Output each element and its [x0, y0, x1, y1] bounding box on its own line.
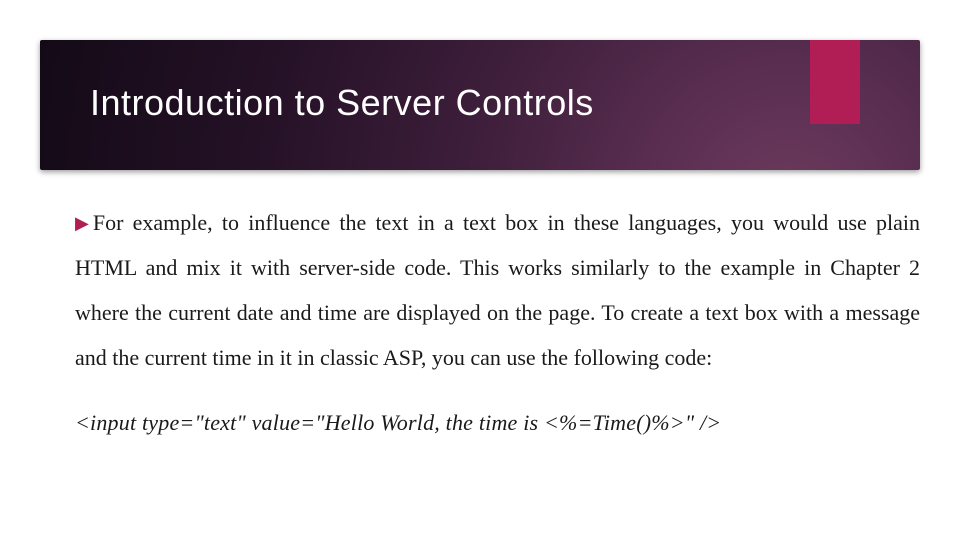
- bullet-paragraph: ▶For example, to influence the text in a…: [75, 200, 920, 380]
- slide-title: Introduction to Server Controls: [90, 82, 594, 124]
- slide-body: ▶For example, to influence the text in a…: [75, 200, 920, 436]
- bullet-arrow-icon: ▶: [75, 205, 89, 242]
- slide: Introduction to Server Controls ▶For exa…: [0, 0, 960, 540]
- paragraph-text: For example, to influence the text in a …: [75, 210, 920, 370]
- title-banner: Introduction to Server Controls: [40, 40, 920, 170]
- accent-tab: [810, 40, 860, 124]
- code-example: <input type="text" value="Hello World, t…: [75, 410, 920, 436]
